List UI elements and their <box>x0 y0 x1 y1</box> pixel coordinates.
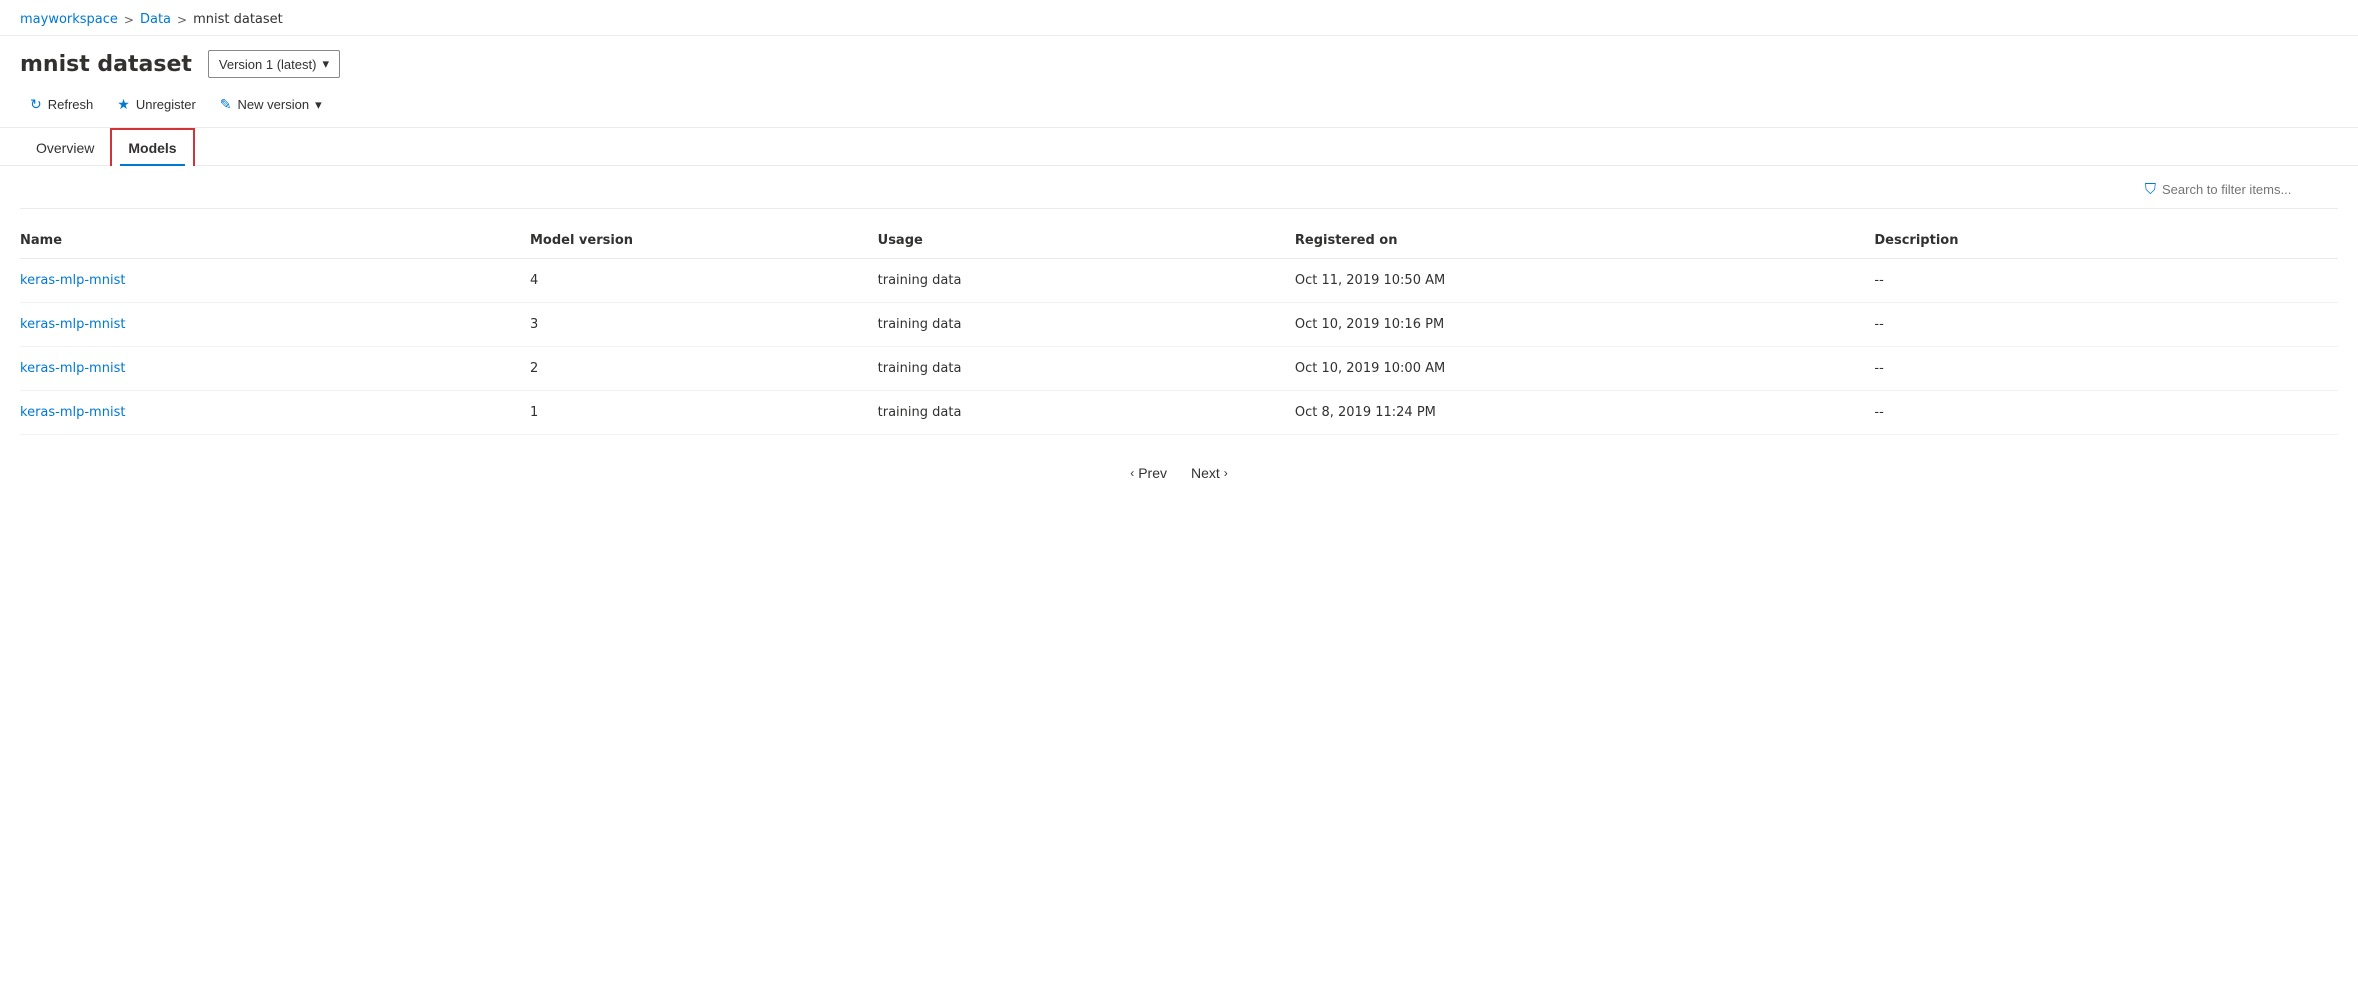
models-table: Name Model version Usage Registered on D… <box>20 225 2338 435</box>
filter-icon: ⛉ <box>2145 180 2156 198</box>
next-button[interactable]: Next › <box>1183 459 1236 487</box>
cell-version-2: 2 <box>530 347 878 391</box>
star-icon: ★ <box>117 96 130 113</box>
table-row: keras-mlp-mnist 1 training data Oct 8, 2… <box>20 391 2338 435</box>
col-header-usage: Usage <box>878 225 1295 259</box>
version-dropdown[interactable]: Version 1 (latest) ▾ <box>208 50 340 78</box>
cell-registered-0: Oct 11, 2019 10:50 AM <box>1295 259 1875 303</box>
col-header-description: Description <box>1874 225 2338 259</box>
table-row: keras-mlp-mnist 2 training data Oct 10, … <box>20 347 2338 391</box>
col-header-registered-on: Registered on <box>1295 225 1875 259</box>
refresh-icon: ↻ <box>30 96 42 113</box>
table-header-row: Name Model version Usage Registered on D… <box>20 225 2338 259</box>
version-chevron-icon: ▾ <box>322 56 329 72</box>
cell-name-3: keras-mlp-mnist <box>20 391 530 435</box>
header-section: mnist dataset Version 1 (latest) ▾ ↻ Ref… <box>0 36 2358 128</box>
cell-usage-1: training data <box>878 303 1295 347</box>
toolbar: ↻ Refresh ★ Unregister ✎ New version ▾ <box>20 90 2338 127</box>
col-header-model-version: Model version <box>530 225 878 259</box>
table-row: keras-mlp-mnist 3 training data Oct 10, … <box>20 303 2338 347</box>
version-label: Version 1 (latest) <box>219 57 317 72</box>
tab-overview[interactable]: Overview <box>20 130 110 166</box>
breadcrumb-sep-1: > <box>124 13 134 27</box>
breadcrumb-section[interactable]: Data <box>140 12 171 27</box>
model-link-3[interactable]: keras-mlp-mnist <box>20 405 125 420</box>
cell-usage-0: training data <box>878 259 1295 303</box>
main-content: ⛉ Name Model version Usage Registered on… <box>0 166 2358 507</box>
prev-arrow-icon: ‹ <box>1130 466 1134 480</box>
tab-overview-label: Overview <box>36 140 94 156</box>
filter-search[interactable]: ⛉ <box>2145 180 2338 198</box>
unregister-button[interactable]: ★ Unregister <box>107 90 206 119</box>
tab-models-label: Models <box>128 140 176 156</box>
breadcrumb-workspace[interactable]: mayworkspace <box>20 12 118 27</box>
cell-description-3: -- <box>1874 391 2338 435</box>
cell-name-2: keras-mlp-mnist <box>20 347 530 391</box>
table-row: keras-mlp-mnist 4 training data Oct 11, … <box>20 259 2338 303</box>
prev-label: Prev <box>1138 465 1167 481</box>
cell-version-3: 1 <box>530 391 878 435</box>
cell-usage-2: training data <box>878 347 1295 391</box>
breadcrumb-current: mnist dataset <box>193 12 283 27</box>
new-version-button[interactable]: ✎ New version ▾ <box>210 90 332 119</box>
model-link-1[interactable]: keras-mlp-mnist <box>20 317 125 332</box>
cell-description-2: -- <box>1874 347 2338 391</box>
cell-description-0: -- <box>1874 259 2338 303</box>
cell-version-1: 3 <box>530 303 878 347</box>
cell-usage-3: training data <box>878 391 1295 435</box>
next-label: Next <box>1191 465 1220 481</box>
filter-row: ⛉ <box>20 166 2338 209</box>
col-header-name: Name <box>20 225 530 259</box>
model-link-2[interactable]: keras-mlp-mnist <box>20 361 125 376</box>
new-version-chevron-icon: ▾ <box>315 97 322 113</box>
cell-version-0: 4 <box>530 259 878 303</box>
cell-registered-3: Oct 8, 2019 11:24 PM <box>1295 391 1875 435</box>
page-title: mnist dataset <box>20 52 192 77</box>
refresh-label: Refresh <box>48 97 94 112</box>
cell-description-1: -- <box>1874 303 2338 347</box>
breadcrumb-sep-2: > <box>177 13 187 27</box>
tab-active-underline <box>120 164 184 166</box>
cell-name-0: keras-mlp-mnist <box>20 259 530 303</box>
new-version-label: New version <box>238 97 310 112</box>
prev-button[interactable]: ‹ Prev <box>1122 459 1175 487</box>
cell-name-1: keras-mlp-mnist <box>20 303 530 347</box>
model-link-0[interactable]: keras-mlp-mnist <box>20 273 125 288</box>
next-arrow-icon: › <box>1224 466 1228 480</box>
unregister-label: Unregister <box>136 97 196 112</box>
tabs-row: Overview Models <box>0 128 2358 166</box>
new-version-icon: ✎ <box>220 96 232 113</box>
title-row: mnist dataset Version 1 (latest) ▾ <box>20 50 2338 78</box>
pagination: ‹ Prev Next › <box>20 435 2338 507</box>
filter-input[interactable] <box>2162 182 2338 197</box>
refresh-button[interactable]: ↻ Refresh <box>20 90 103 119</box>
breadcrumb: mayworkspace > Data > mnist dataset <box>0 0 2358 36</box>
tab-models[interactable]: Models <box>110 128 194 166</box>
cell-registered-2: Oct 10, 2019 10:00 AM <box>1295 347 1875 391</box>
cell-registered-1: Oct 10, 2019 10:16 PM <box>1295 303 1875 347</box>
